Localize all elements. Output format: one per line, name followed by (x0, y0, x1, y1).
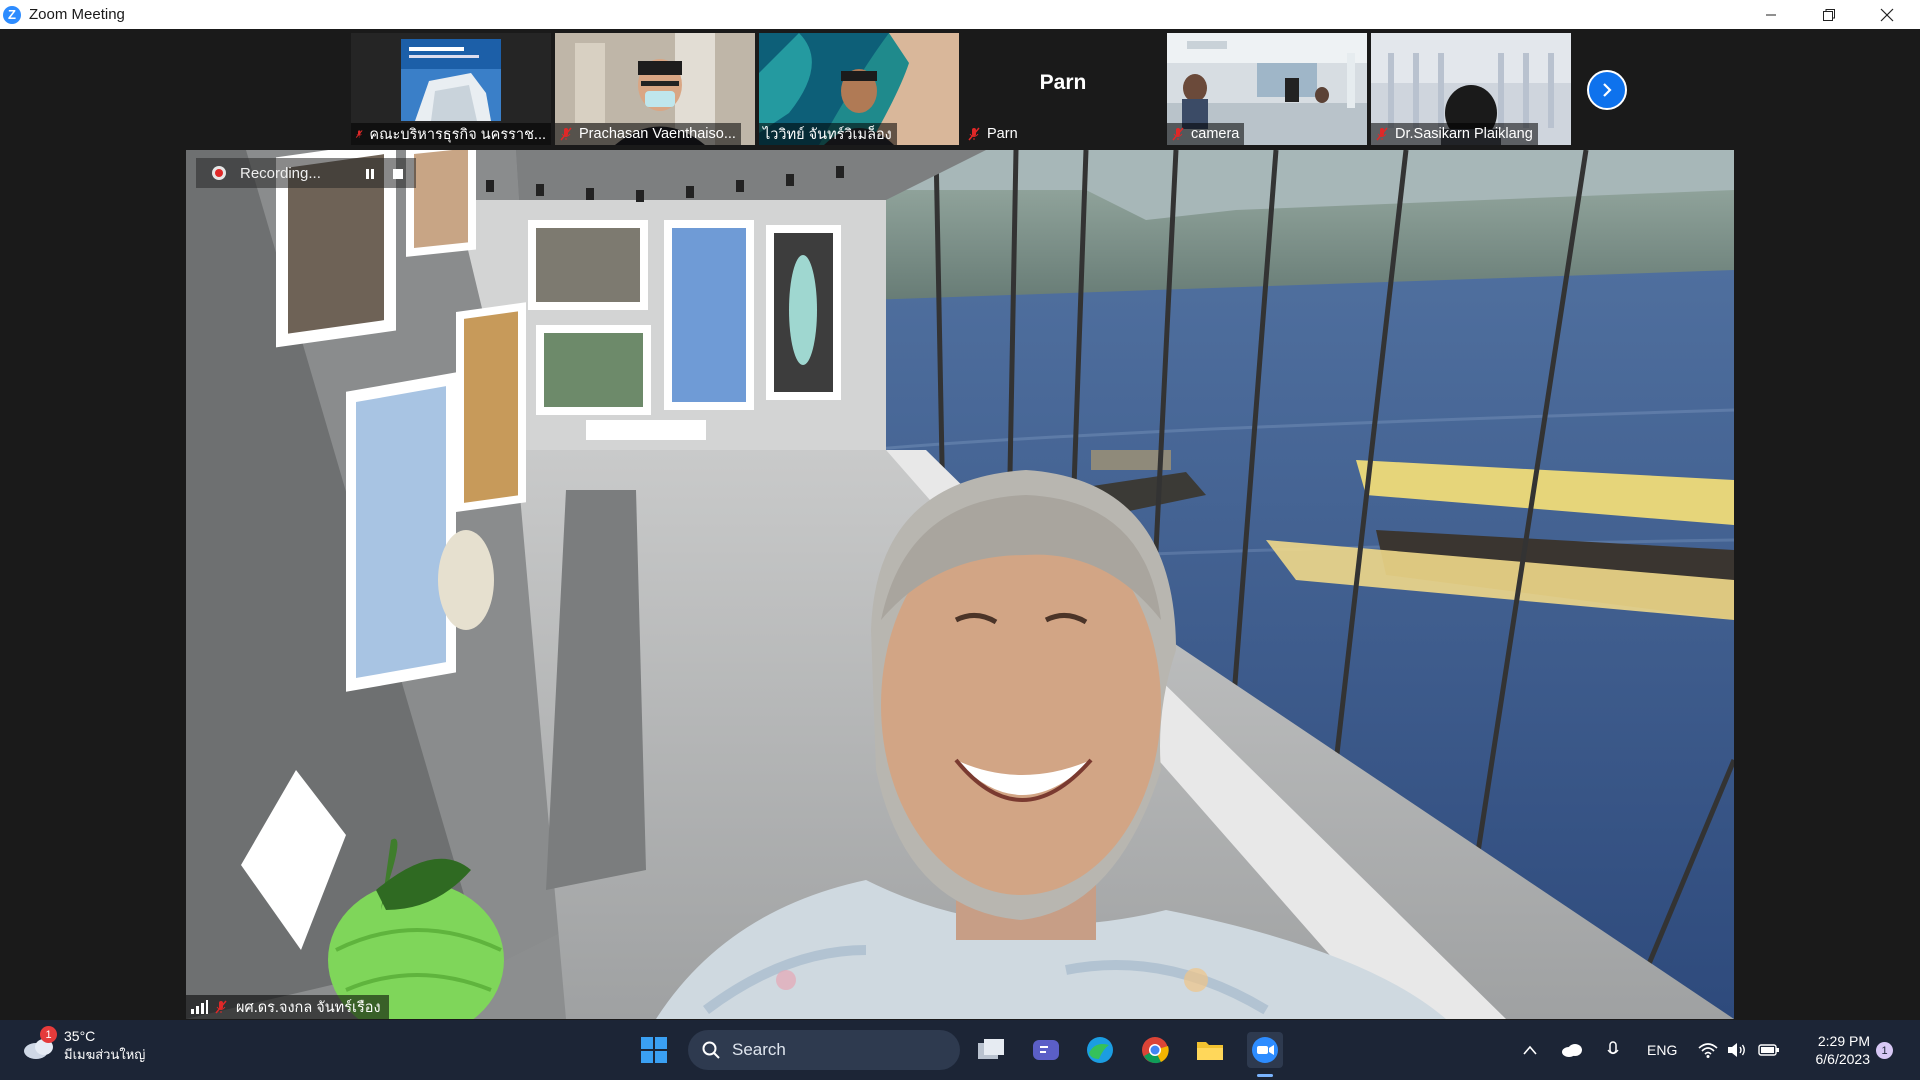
pause-recording-icon[interactable] (364, 167, 376, 184)
mic-muted-icon (1172, 127, 1184, 141)
microphone-tray[interactable] (1607, 1020, 1619, 1080)
weather-badge: 1 (40, 1026, 57, 1043)
windows-taskbar: 1 35°C มีเมฆส่วนใหญ่ Search ENG 2:29 PM … (0, 1020, 1920, 1080)
minimize-button[interactable] (1742, 0, 1800, 29)
zoom-icon (1252, 1037, 1278, 1063)
wifi-tray[interactable] (1698, 1020, 1718, 1080)
mic-muted-icon (560, 127, 572, 141)
volume-tray[interactable] (1727, 1020, 1747, 1080)
mic-muted-icon (968, 127, 980, 141)
participant-name: Parn (987, 126, 1018, 142)
recording-label: Recording... (240, 164, 321, 182)
recording-dot-icon (212, 166, 226, 180)
chrome-button[interactable] (1137, 1032, 1173, 1068)
zoom-taskbar-button[interactable] (1247, 1032, 1283, 1068)
taskbar-clock[interactable]: 2:29 PM 6/6/2023 (1790, 1032, 1871, 1068)
file-explorer-button[interactable] (1192, 1032, 1228, 1068)
edge-button[interactable] (1082, 1032, 1118, 1068)
participant-strip: คณะบริหารธุรกิจ นครราช... Prachasan Vaen… (0, 29, 1920, 147)
windows-icon (641, 1037, 667, 1063)
minimize-icon (1766, 14, 1776, 15)
wifi-icon (1698, 1043, 1718, 1058)
battery-icon (1758, 1044, 1779, 1056)
participant-tile[interactable]: Prachasan Vaenthaiso... (555, 33, 755, 145)
task-view-button[interactable] (973, 1032, 1009, 1068)
stop-recording-icon[interactable] (392, 167, 404, 184)
participant-tile[interactable]: ไววิทย์ จันทร์วิเมล็อง (759, 33, 959, 145)
file-explorer-icon (1197, 1042, 1223, 1060)
speaker-name: ผศ.ดร.จงกล จันทร์เรือง (236, 999, 381, 1016)
participant-name: Prachasan Vaenthaiso... (579, 126, 736, 142)
participant-name: camera (1191, 126, 1240, 142)
clock-date: 6/6/2023 (1815, 1051, 1871, 1067)
title-bar: Z Zoom Meeting (0, 0, 1920, 29)
window-title: Zoom Meeting (29, 6, 125, 23)
close-icon (1880, 8, 1894, 21)
participant-name-bar: Prachasan Vaenthaiso... (555, 123, 741, 145)
participant-tile[interactable]: camera (1167, 33, 1367, 145)
participant-name-bar: camera (1167, 123, 1245, 145)
start-button[interactable] (636, 1032, 672, 1068)
taskbar-search[interactable]: Search (688, 1030, 960, 1070)
teams-chat-button[interactable] (1028, 1032, 1064, 1068)
participant-name-bar: คณะบริหารธุรกิจ นครราช... (351, 123, 551, 145)
chrome-icon (1142, 1037, 1169, 1064)
participant-name: คณะบริหารธุรกิจ นครราช... (369, 126, 546, 143)
virtual-gallery-background (186, 150, 1734, 1019)
zoom-app-icon: Z (3, 5, 21, 24)
close-button[interactable] (1858, 0, 1916, 29)
edge-icon (1087, 1037, 1113, 1063)
participant-name: ไววิทย์ จันทร์วิเมล็อง (763, 126, 892, 143)
search-placeholder: Search (732, 1040, 786, 1059)
onedrive-tray[interactable] (1561, 1020, 1583, 1080)
show-hidden-icons-button[interactable] (1523, 1020, 1537, 1080)
weather-temp: 35°C (64, 1028, 96, 1044)
mic-muted-icon (1376, 127, 1388, 141)
search-icon (702, 1041, 720, 1059)
battery-tray[interactable] (1758, 1020, 1780, 1080)
volume-icon (1728, 1043, 1745, 1057)
chevron-right-icon (1603, 83, 1612, 97)
recording-indicator: Recording... (196, 158, 416, 188)
onedrive-cloud-icon (1562, 1044, 1582, 1057)
participant-name-bar: ไววิทย์ จันทร์วิเมล็อง (759, 123, 897, 145)
signal-strength-icon (191, 1000, 208, 1014)
mic-muted-icon (355, 130, 363, 138)
restore-button[interactable] (1800, 0, 1858, 29)
participant-name: Dr.Sasikarn Plaiklang (1395, 126, 1533, 142)
weather-widget[interactable]: 1 35°C มีเมฆส่วนใหญ่ (22, 1026, 146, 1065)
clock-time: 2:29 PM (1817, 1033, 1870, 1049)
task-view-icon (978, 1039, 1004, 1059)
participant-tile[interactable]: Parn Parn (963, 33, 1163, 145)
active-app-indicator (1257, 1074, 1273, 1077)
participant-tile[interactable]: Dr.Sasikarn Plaiklang (1371, 33, 1571, 145)
next-page-button[interactable] (1587, 70, 1627, 110)
participant-name-bar: Dr.Sasikarn Plaiklang (1371, 123, 1538, 145)
active-speaker-video[interactable]: Recording... ผศ.ดร.จงกล จันทร์เรือง (186, 150, 1734, 1019)
weather-desc: มีเมฆส่วนใหญ่ (64, 1047, 146, 1062)
participant-display-name: Parn (1039, 71, 1087, 94)
microphone-icon (1607, 1041, 1619, 1055)
chevron-up-icon (1523, 1045, 1537, 1055)
participant-tile[interactable]: คณะบริหารธุรกิจ นครราช... (351, 33, 551, 145)
language-label: ENG (1647, 1042, 1678, 1058)
mic-muted-icon (215, 1000, 227, 1014)
language-indicator[interactable]: ENG (1647, 1020, 1677, 1080)
participant-name-bar: Parn (963, 123, 1023, 145)
notification-badge[interactable]: 1 (1876, 1042, 1893, 1059)
restore-icon (1823, 8, 1835, 21)
speaker-name-bar: ผศ.ดร.จงกล จันทร์เรือง (186, 995, 389, 1019)
teams-chat-icon (1033, 1040, 1059, 1060)
